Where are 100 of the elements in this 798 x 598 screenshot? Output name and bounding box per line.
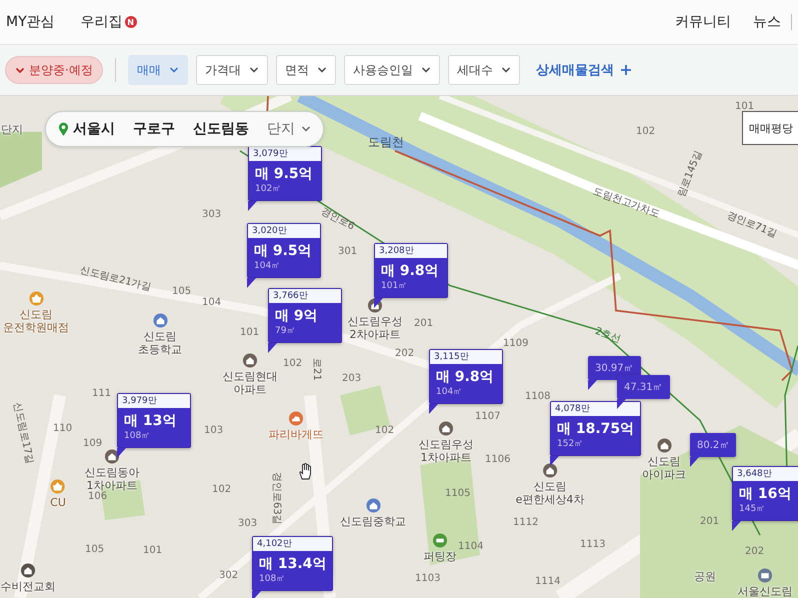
building-number: 201: [414, 318, 434, 329]
building-number: 102: [283, 358, 302, 369]
filter-toggle[interactable]: 분양중·예정: [5, 56, 103, 84]
house-icon: [20, 563, 36, 578]
building-number: 102: [212, 484, 232, 495]
area-marker[interactable]: 47.31㎡: [617, 375, 670, 399]
nav-link[interactable]: MY관심: [6, 13, 55, 31]
nav-link[interactable]: 커뮤니티: [675, 13, 731, 31]
sale-price: 매 9.5억: [254, 242, 313, 260]
price-marker[interactable]: 3,979만 매 13억 108㎡: [117, 393, 191, 448]
place-label: 서울신도림: [738, 585, 792, 598]
building-number: 1103: [415, 573, 440, 584]
building-number: 1113: [580, 539, 606, 550]
sale-price: 매 18.75억: [557, 420, 634, 438]
place-label: 파리바게뜨: [268, 428, 324, 442]
nav-link[interactable]: 뉴스: [753, 13, 781, 31]
check-icon: [15, 65, 25, 75]
building-number: 1105: [445, 488, 470, 499]
area-marker[interactable]: 30.97㎡: [588, 356, 641, 380]
building-number: 303: [238, 518, 258, 529]
unit-price: 4,102만: [253, 537, 332, 551]
house-icon: [366, 498, 380, 513]
unit-price: 3,115만: [430, 350, 502, 364]
area-label: 79㎡: [275, 325, 296, 337]
filter-dropdown[interactable]: 매매: [128, 55, 188, 85]
price-marker[interactable]: 3,648만 매 16억 145㎡: [732, 466, 798, 521]
building-number: 101: [240, 327, 260, 338]
place-label: 신도림현대 아파트: [222, 370, 278, 396]
place-label: 신도림동아 1차아파트: [84, 466, 140, 492]
building-number: 1109: [503, 338, 528, 349]
road-label: 로21: [310, 358, 323, 381]
sale-price: 매 9.8억: [436, 368, 495, 386]
price-marker[interactable]: 3,115만 매 9.8억 104㎡: [429, 349, 503, 404]
building-number: 111: [92, 388, 112, 399]
place-label: 수비전교회: [0, 580, 56, 594]
sale-price: 매 13억: [124, 412, 178, 430]
chevron-down-icon: [301, 124, 311, 134]
price-marker[interactable]: 3,020만 매 9.5억 104㎡: [247, 223, 321, 278]
unit-price: 3,648만: [733, 467, 798, 481]
nav-link[interactable]: 우리집 N: [80, 13, 137, 31]
unit-price: 3,979만: [118, 394, 190, 408]
building-number: 1112: [513, 517, 538, 528]
breadcrumb-item[interactable]: 구로구: [133, 120, 175, 138]
unit-price: 4,078만: [551, 402, 640, 416]
detail-search-link[interactable]: 상세매물검색: [536, 61, 632, 79]
building-number: 109: [83, 438, 102, 449]
price-marker[interactable]: 3,079만 매 9.5억 102㎡: [248, 146, 322, 201]
building-number: 201: [700, 516, 720, 527]
unit-price: 3,079만: [249, 147, 321, 161]
filter-dropdown[interactable]: 사용승인일: [344, 55, 440, 85]
building-number: 101: [143, 545, 162, 556]
area-label: 152㎡: [557, 438, 584, 450]
unit-price: 3,766만: [269, 289, 341, 303]
building-number: 104: [202, 297, 222, 308]
price-marker[interactable]: 4,102만 매 13.4억 108㎡: [252, 536, 334, 591]
building-number: 1108: [525, 391, 550, 402]
sale-price: 매 13.4억: [259, 555, 326, 573]
building-number: 103: [204, 425, 224, 436]
building-number: 102: [636, 126, 656, 137]
building-number: 303: [202, 209, 222, 220]
building-number: 1106: [485, 454, 510, 465]
area-label: 108㎡: [259, 573, 286, 585]
complex-dropdown[interactable]: 단지: [267, 120, 311, 138]
price-marker[interactable]: 3,208만 매 9.8억 101㎡: [374, 243, 448, 298]
place-label: 신도림중학교: [340, 515, 406, 528]
building-number: 1114: [535, 576, 560, 587]
price-marker[interactable]: 4,078만 매 18.75억 152㎡: [550, 401, 642, 456]
filter-dropdown[interactable]: 세대수: [448, 55, 520, 85]
place-label: 신도림 초등학교: [138, 330, 182, 356]
unit-price: 3,208만: [375, 244, 447, 258]
basket-icon: [28, 291, 44, 306]
place-label: 퍼팅장: [424, 550, 456, 564]
sale-price: 매 9.8억: [381, 262, 440, 280]
building-number: 202: [395, 348, 414, 359]
chevron-down-icon: [316, 65, 327, 75]
plus-icon: [620, 64, 632, 76]
building-number: 106: [88, 491, 108, 502]
area-label: 104㎡: [436, 386, 464, 398]
price-marker[interactable]: 3,766만 매 9억 79㎡: [268, 288, 342, 343]
building-number: 1104: [458, 541, 484, 552]
location-pin-icon: [58, 122, 69, 136]
breadcrumb-item[interactable]: 신도림동: [193, 120, 249, 138]
legend-button[interactable]: 매매평당: [742, 111, 798, 145]
breadcrumb-item[interactable]: 서울시: [73, 120, 115, 138]
road-label: 도림천: [368, 134, 404, 151]
unit-price: 3,020만: [248, 224, 320, 238]
cloud-icon: [288, 411, 304, 426]
building-number: 105: [172, 286, 192, 297]
place-label: 신도림 운전학원매점: [3, 308, 69, 334]
place-label: CU: [50, 496, 66, 510]
sale-price: 매 9.5억: [255, 165, 314, 183]
place-label: 신도림우성 2차아파트: [348, 315, 402, 342]
building-number: 105: [85, 544, 104, 555]
filter-dropdown[interactable]: 가격대: [196, 55, 268, 85]
building-number: 110: [53, 423, 72, 434]
sale-price: 매 16억: [739, 485, 792, 503]
area-marker[interactable]: 80.2㎡: [690, 433, 736, 457]
road-label: 경인로63길: [270, 472, 283, 525]
envelope-icon: [758, 568, 772, 583]
filter-dropdown[interactable]: 면적: [276, 55, 336, 85]
